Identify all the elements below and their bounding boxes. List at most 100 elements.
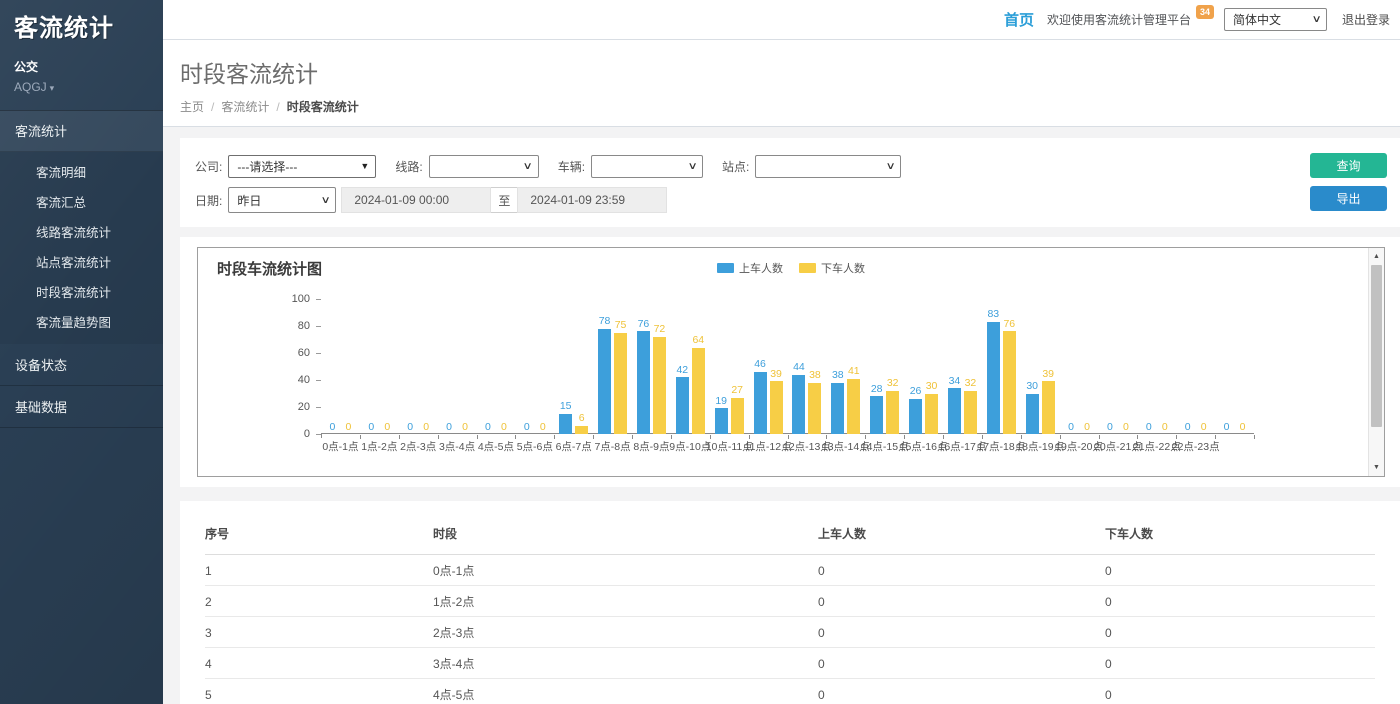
alighting-bar[interactable]: 32 (964, 391, 977, 434)
table-cell: 1点-2点 (433, 586, 818, 617)
alighting-bar[interactable]: 38 (808, 383, 821, 434)
bar-value-label: 32 (887, 378, 899, 389)
bar-value-label: 0 (1201, 422, 1207, 433)
bar-value-label: 0 (330, 422, 336, 433)
boarding-bar[interactable]: 78 (598, 329, 611, 434)
table-header-cell: 时段 (433, 511, 818, 555)
start-datetime-input[interactable]: 2024-01-09 00:00 (341, 187, 491, 213)
alighting-bar[interactable]: 39 (1042, 381, 1055, 434)
bar-value-label: 26 (910, 386, 922, 397)
alighting-bar[interactable]: 64 (692, 348, 705, 434)
breadcrumb-item[interactable]: 客流统计 (221, 100, 269, 114)
station-select[interactable]: ∨ (755, 155, 901, 178)
export-button[interactable]: 导出 (1310, 186, 1387, 211)
sidebar-subitem[interactable]: 时段客流统计 (0, 277, 163, 307)
bar-group: 003点-4点 (438, 299, 477, 434)
bar-group: 001点-2点 (360, 299, 399, 434)
bar-group: 463911点-12点 (749, 299, 788, 434)
sidebar-section-passenger-flow[interactable]: 客流统计 (0, 110, 163, 152)
table-header-cell: 序号 (205, 511, 433, 555)
bar-group: 78757点-8点 (593, 299, 632, 434)
boarding-bar[interactable]: 42 (676, 377, 689, 434)
bar-value-label: 0 (540, 422, 546, 433)
y-axis-tick-label: 100 (276, 294, 310, 305)
x-axis-tick-label: 5点-6点 (517, 439, 553, 454)
boarding-bar[interactable]: 38 (831, 383, 844, 434)
alighting-bar[interactable]: 41 (847, 379, 860, 434)
notification-badge[interactable]: 34 (1196, 5, 1214, 19)
boarding-bar[interactable]: 30 (1026, 394, 1039, 435)
legend-item[interactable]: 下车人数 (799, 260, 865, 276)
language-select[interactable]: 简体中文 ∨ (1224, 8, 1327, 31)
boarding-bar[interactable]: 46 (754, 372, 767, 434)
chevron-down-icon: ∨ (523, 161, 533, 172)
table-cell: 0 (1105, 617, 1375, 648)
sidebar-subitem[interactable]: 站点客流统计 (0, 247, 163, 277)
bar-group: 303918点-19点 (1021, 299, 1060, 434)
end-datetime-input[interactable]: 2024-01-09 23:59 (517, 187, 667, 213)
boarding-bar[interactable]: 83 (987, 322, 1000, 434)
sidebar-section-base-data[interactable]: 基础数据 (0, 386, 163, 428)
alighting-bar[interactable]: 72 (653, 337, 666, 434)
table-cell: 5 (205, 679, 433, 704)
table-cell: 0 (1105, 555, 1375, 586)
home-link[interactable]: 首页 (1004, 9, 1034, 30)
bar-value-label: 0 (1123, 422, 1129, 433)
sidebar-nav: 客流统计 客流明细客流汇总线路客流统计站点客流统计时段客流统计客流量趋势图 设备… (0, 110, 163, 428)
chart-scrollbar[interactable]: ▲ ▼ (1368, 248, 1384, 476)
alighting-bar[interactable]: 75 (614, 333, 627, 434)
boarding-bar[interactable]: 28 (870, 396, 883, 434)
boarding-bar[interactable]: 26 (909, 399, 922, 434)
boarding-bar[interactable]: 15 (559, 414, 572, 434)
y-axis-tick-label: 20 (276, 402, 310, 413)
scrollbar-up-icon[interactable]: ▲ (1369, 249, 1384, 264)
sidebar-subitem[interactable]: 客流汇总 (0, 187, 163, 217)
legend-item[interactable]: 上车人数 (717, 260, 783, 276)
bar-value-label: 0 (446, 422, 452, 433)
logout-link[interactable]: 退出登录 (1342, 11, 1390, 28)
bar-group: 0020点-21点 (1099, 299, 1138, 434)
table-row: 43点-4点00 (205, 648, 1375, 679)
bar-value-label: 34 (949, 376, 961, 387)
boarding-bar[interactable]: 76 (637, 331, 650, 434)
alighting-bar[interactable]: 32 (886, 391, 899, 434)
filter-row-2: 日期: 昨日 ∨ 2024-01-09 00:00 至 2024-01-09 2… (195, 187, 1400, 213)
scrollbar-down-icon[interactable]: ▼ (1369, 460, 1384, 475)
table-header-cell: 上车人数 (818, 511, 1105, 555)
alighting-bar[interactable]: 39 (770, 381, 783, 434)
bar-group: 42649点-10点 (671, 299, 710, 434)
sidebar-subitem[interactable]: 线路客流统计 (0, 217, 163, 247)
alighting-bar[interactable]: 76 (1003, 331, 1016, 434)
bar-value-label: 64 (692, 335, 704, 346)
table-cell: 0 (818, 648, 1105, 679)
vehicle-select[interactable]: ∨ (591, 155, 703, 178)
table-cell: 0 (818, 555, 1105, 586)
user-dropdown[interactable]: AQGJ▾ (14, 80, 149, 94)
date-preset-select[interactable]: 昨日 ∨ (228, 187, 336, 213)
query-button[interactable]: 查询 (1310, 153, 1387, 178)
boarding-bar[interactable]: 44 (792, 375, 805, 434)
app-root: 客流统计 公交 AQGJ▾ 客流统计 客流明细客流汇总线路客流统计站点客流统计时… (0, 0, 1400, 704)
alighting-bar[interactable]: 6 (575, 426, 588, 434)
alighting-bar[interactable]: 27 (731, 398, 744, 434)
breadcrumb-item[interactable]: 主页 (180, 100, 204, 114)
table-panel: 序号时段上车人数下车人数 10点-1点0021点-2点0032点-3点0043点… (180, 501, 1400, 704)
sidebar-subitem[interactable]: 客流量趋势图 (0, 307, 163, 337)
bar-value-label: 0 (368, 422, 374, 433)
sidebar-section-device-status[interactable]: 设备状态 (0, 344, 163, 386)
company-select[interactable]: ---请选择--- ▼ (228, 155, 376, 178)
bar-group: 384113点-14点 (826, 299, 865, 434)
sidebar-subitem[interactable]: 客流明细 (0, 157, 163, 187)
bar-value-label: 0 (1068, 422, 1074, 433)
line-select[interactable]: ∨ (429, 155, 539, 178)
y-axis-tick (316, 434, 321, 435)
bar-value-label: 0 (1084, 422, 1090, 433)
table-row: 54点-5点00 (205, 679, 1375, 704)
scrollbar-thumb[interactable] (1371, 265, 1382, 427)
alighting-bar[interactable]: 30 (925, 394, 938, 435)
table-cell: 3 (205, 617, 433, 648)
bar-group: 837617点-18点 (982, 299, 1021, 434)
boarding-bar[interactable]: 19 (715, 408, 728, 434)
bar-value-label: 83 (987, 309, 999, 320)
boarding-bar[interactable]: 34 (948, 388, 961, 434)
